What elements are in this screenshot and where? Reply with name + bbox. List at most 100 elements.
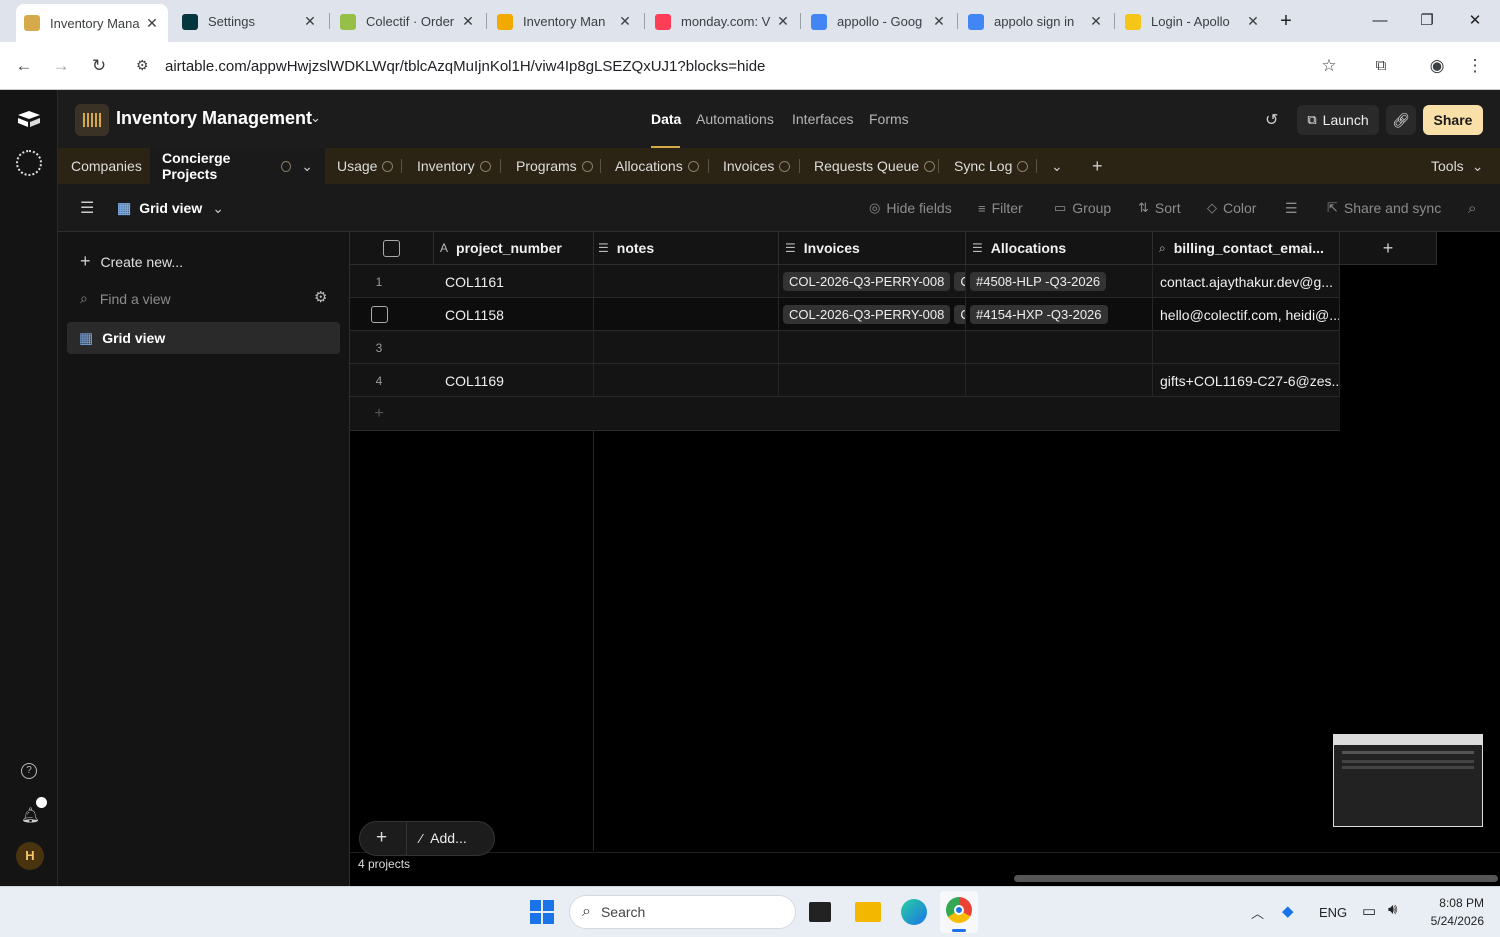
omni-ai-icon[interactable] [16,150,42,176]
tab-forms[interactable]: Forms [869,111,909,127]
new-tab-button[interactable]: + [1271,8,1301,34]
reload-icon[interactable]: ↻ [86,53,112,79]
clock-date[interactable]: 5/24/2026 [1414,914,1484,928]
add-field-icon[interactable]: + [1340,232,1437,265]
add-row-plus-icon[interactable]: + [350,397,408,430]
help-icon[interactable]: ? [21,763,37,779]
table-tab-concierge-projects[interactable]: Concierge Projects ⌄ [150,148,325,184]
tab-data[interactable]: Data [651,111,681,127]
linked-invoice-chip[interactable]: C [954,272,965,291]
profile-icon[interactable]: ◉ [1424,53,1450,79]
history-icon[interactable]: ↺ [1265,110,1278,130]
base-icon[interactable] [75,104,109,136]
close-tab-icon[interactable]: ✕ [931,13,947,30]
project-number-cell[interactable]: COL1158 [434,298,594,331]
select-all-header[interactable] [350,232,434,265]
tray-app-icon[interactable]: ◆ [1282,902,1294,920]
search-icon[interactable]: ⌕ [1468,200,1476,217]
close-tab-icon[interactable]: ✕ [302,13,318,30]
view-settings-gear-icon[interactable]: ⚙ [314,288,327,306]
table-tab-usage[interactable]: Usage [337,148,394,184]
linked-invoice-chip[interactable]: COL-2026-Q3-PERRY-008 [783,305,951,324]
taskbar-search-box[interactable]: ⌕ Search [569,895,796,929]
linked-allocation-chip[interactable]: #4154-HXP -Q3-2026 [970,305,1108,324]
browser-tab[interactable]: Login - Apollo ✕ [1117,6,1269,37]
close-tab-icon[interactable]: ✕ [460,13,476,30]
table-tab-invoices[interactable]: Invoices [723,148,791,184]
billing-contact-cell[interactable]: contact.ajaythakur.dev@g... [1153,265,1340,298]
table-tab-requests-queue[interactable]: Requests Queue [814,148,936,184]
copy-link-icon[interactable]: 🔗︎ [1386,105,1416,135]
row-checkbox[interactable] [370,306,388,323]
windows-start-icon[interactable] [530,900,554,924]
base-name[interactable]: Inventory Management [116,108,312,129]
horizontal-scrollbar[interactable] [1014,875,1498,882]
table-row[interactable]: 4 COL1169 gifts+COL1169-C27-6@zes... [350,364,1340,397]
language-indicator[interactable]: ENG [1319,905,1347,920]
sidebar-item-grid-view[interactable]: ▦ Grid view [67,322,340,354]
table-row[interactable]: 1 COL1161 COL-2026-Q3-PERRY-008 C #4508-… [350,265,1340,298]
notes-cell[interactable] [594,298,779,331]
tools-menu[interactable]: Tools ⌄ [1431,148,1483,184]
add-record-row[interactable]: + [350,397,1340,431]
linked-invoice-chip[interactable]: C [954,305,965,324]
hide-fields-button[interactable]: ◎ Hide fields [869,200,952,216]
table-tab-allocations[interactable]: Allocations [615,148,699,184]
allocations-cell[interactable] [966,364,1153,397]
invoices-cell[interactable]: COL-2026-Q3-PERRY-008 C [779,298,966,331]
hamburger-menu-icon[interactable]: ☰ [80,198,94,218]
create-new-button[interactable]: + Create new... [80,251,183,272]
share-sync-button[interactable]: ⇱ Share and sync [1327,200,1441,216]
browser-tab[interactable]: Colectif · Order ✕ [332,6,484,37]
bookmark-star-icon[interactable]: ☆ [1316,53,1342,79]
site-info-icon[interactable]: ⚙ [136,57,149,74]
notification-bell-icon[interactable]: 🔔︎ [21,806,40,824]
forward-icon[interactable]: → [48,53,74,79]
minimize-icon[interactable]: — [1365,8,1395,34]
invoices-cell[interactable] [779,331,966,364]
close-tab-icon[interactable]: ✕ [1245,13,1261,30]
cast-icon[interactable]: ⧉ [1368,53,1394,79]
browser-tab[interactable]: monday.com: V ✕ [647,6,799,37]
table-tab-sync-log[interactable]: Sync Log [954,148,1029,184]
allocations-cell[interactable] [966,331,1153,364]
row-height-icon[interactable]: ☰ [1285,200,1298,217]
volume-icon[interactable]: 🔊︎ [1388,901,1397,918]
notes-cell[interactable] [594,331,779,364]
column-header-allocations[interactable]: ☰ Allocations [966,232,1153,265]
column-header-project-number[interactable]: Aproject_number [434,232,594,265]
billing-contact-cell[interactable] [1153,331,1340,364]
edge-browser-icon[interactable] [901,899,927,925]
chevron-down-icon[interactable]: ⌄ [301,158,313,175]
url-bar[interactable]: ⚙ airtable.com/appwHwjzslWDKLWqr/tblcAzq… [128,48,1360,84]
tab-interfaces[interactable]: Interfaces [792,111,853,127]
table-row[interactable]: COL1158 COL-2026-Q3-PERRY-008 C #4154-HX… [350,298,1340,331]
add-with-ai-button[interactable]: ⁄ Add... [420,830,467,846]
browser-menu-icon[interactable]: ⋮ [1462,53,1488,79]
browser-tab[interactable]: appollo - Goog ✕ [803,6,955,37]
close-window-icon[interactable]: ✕ [1460,8,1490,34]
back-icon[interactable]: ← [11,53,37,79]
table-tab-companies[interactable]: Companies [71,148,142,184]
clock-time[interactable]: 8:08 PM [1424,896,1484,910]
find-view-input[interactable]: ⌕ Find a view [80,290,171,307]
project-number-cell[interactable]: COL1161 [434,265,594,298]
project-number-cell[interactable]: COL1169 [434,364,594,397]
invoices-cell[interactable] [779,364,966,397]
browser-tab[interactable]: appolo sign in ✕ [960,6,1112,37]
linked-invoice-chip[interactable]: COL-2026-Q3-PERRY-008 [783,272,951,291]
column-header-notes[interactable]: ☰ notes [594,232,779,265]
file-explorer-icon[interactable] [855,902,881,922]
linked-allocation-chip[interactable]: #4508-HLP -Q3-2026 [970,272,1107,291]
sort-button[interactable]: ⇅ Sort [1138,200,1181,216]
invoices-cell[interactable]: COL-2026-Q3-PERRY-008 C [779,265,966,298]
browser-tab[interactable]: Inventory Mana ✕ [16,4,168,42]
airtable-logo-icon[interactable] [17,110,41,128]
allocations-cell[interactable]: #4154-HXP -Q3-2026 [966,298,1153,331]
color-button[interactable]: ◇ Color [1207,200,1256,216]
close-tab-icon[interactable]: ✕ [617,13,633,30]
table-tab-inventory[interactable]: Inventory [417,148,491,184]
share-button[interactable]: Share [1423,105,1483,135]
table-row[interactable]: 3 [350,331,1340,364]
project-number-cell[interactable] [434,331,594,364]
